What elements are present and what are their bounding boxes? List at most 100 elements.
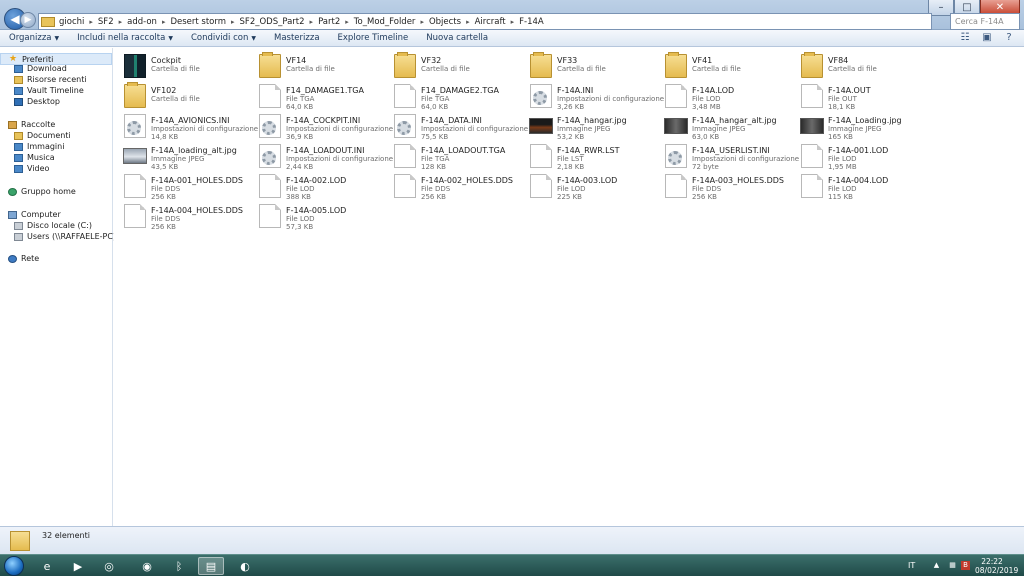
sidebar-item-video[interactable]: Video (14, 164, 49, 173)
file-item[interactable]: F-14A_loading_alt.jpg Immagine JPEG 43,5 K… (114, 142, 249, 171)
taskbar-chrome[interactable]: ◉ (134, 557, 160, 575)
file-name: F-14A-002.LOD (286, 176, 347, 185)
breadcrumb-item[interactable]: SF2 (98, 17, 114, 27)
sidebar-item-rete[interactable]: Rete (8, 254, 39, 263)
breadcrumb-item[interactable]: Desert storm (170, 17, 226, 27)
toolbar-nuova-cartella-button[interactable]: Nuova cartella (417, 33, 497, 43)
file-type: File LOD (828, 185, 857, 193)
tray-expand-icon[interactable]: ▲ (932, 561, 941, 570)
sidebar-item-disco-locale-c[interactable]: Disco locale (C:) (14, 221, 92, 230)
forward-button[interactable]: ▶ (20, 12, 36, 28)
taskbar-file-explorer[interactable]: ▤ (198, 557, 224, 575)
breadcrumb-item[interactable]: To_Mod_Folder (354, 17, 416, 27)
file-item[interactable]: F-14A-002.LOD File LOD 388 KB (249, 172, 384, 201)
file-item[interactable]: F-14A.OUT File OUT 18,1 KB (791, 82, 926, 111)
file-item[interactable]: Cockpit Cartella di file (114, 52, 249, 80)
start-button[interactable] (4, 556, 24, 576)
b-tray-icon[interactable]: B (961, 561, 970, 570)
file-item[interactable]: F-14A-005.LOD File LOD 57,3 KB (249, 202, 384, 231)
file-item[interactable]: F-14A_LOADOUT.TGA File TGA 128 KB (384, 142, 519, 171)
taskbar-firefox[interactable]: ◐ (232, 557, 258, 575)
bluetooth-icon: ᛒ (175, 559, 183, 573)
file-item[interactable]: F14_DAMAGE2.TGA File TGA 64,0 KB (384, 82, 519, 111)
breadcrumb-separator-icon[interactable]: ▸ (231, 18, 235, 26)
toolbar-condividi-con-button[interactable]: Condividi con ▼ (182, 33, 265, 43)
file-item[interactable]: F-14A-004_HOLES.DDS File DDS 256 KB (114, 202, 249, 231)
search-input[interactable]: Cerca F-14A (950, 13, 1020, 30)
toolbar-explore-timeline-button[interactable]: Explore Timeline (329, 33, 418, 43)
file-item[interactable]: F-14A-003.LOD File LOD 225 KB (520, 172, 655, 201)
breadcrumb-separator-icon[interactable]: ▸ (310, 18, 314, 26)
file-item[interactable]: VF32 Cartella di file (384, 52, 519, 80)
breadcrumb-separator-icon[interactable]: ▸ (119, 18, 123, 26)
sidebar-item-musica[interactable]: Musica (14, 153, 55, 162)
file-item[interactable]: F-14A_hangar_alt.jpg Immagine JPEG 63,0 KB (655, 112, 790, 141)
network-tray-icon[interactable]: ▦ (948, 561, 957, 570)
breadcrumb-separator-icon[interactable]: ▸ (466, 18, 470, 26)
file-item[interactable]: F-14A-003_HOLES.DDS File DDS 256 KB (655, 172, 790, 201)
breadcrumb-separator-icon[interactable]: ▸ (420, 18, 424, 26)
sidebar-item-download[interactable]: Download (14, 64, 67, 73)
file-size: 64,0 KB (421, 103, 449, 111)
file-item[interactable]: F-14A_DATA.INI Impostazioni di configuraz… (384, 112, 528, 141)
toolbar-organizza-button[interactable]: Organizza ▼ (0, 33, 68, 43)
file-item[interactable]: F-14A.INI Impostazioni di configurazione 3… (520, 82, 664, 111)
language-indicator[interactable]: IT (908, 561, 915, 570)
change-view-icon[interactable]: ☷ (958, 32, 972, 44)
file-name: VF41 (692, 56, 713, 65)
file-type: Immagine JPEG (151, 155, 205, 163)
file-item[interactable]: VF14 Cartella di file (249, 52, 384, 80)
file-item[interactable]: F-14A_Loading.jpg Immagine JPEG 165 KB (791, 112, 926, 141)
file-item[interactable]: F-14A_COCKPIT.INI Impostazioni di configu… (249, 112, 393, 141)
help-icon[interactable]: ? (1002, 32, 1016, 44)
sidebar-item-computer[interactable]: Computer (8, 210, 61, 219)
preview-pane-icon[interactable]: ▣ (980, 32, 994, 44)
taskbar-bluetooth[interactable]: ᛒ (166, 557, 192, 575)
file-size: 256 KB (151, 193, 176, 201)
file-item[interactable]: F-14A-004.LOD File LOD 115 KB (791, 172, 926, 201)
breadcrumb-item[interactable]: Objects (429, 17, 461, 27)
breadcrumb-separator-icon[interactable]: ▸ (511, 18, 515, 26)
file-item[interactable]: F-14A_RWR.LST File LST 2,18 KB (520, 142, 655, 171)
breadcrumb-item[interactable]: giochi (59, 17, 84, 27)
sidebar-item-risorse-recenti[interactable]: Risorse recenti (14, 75, 87, 84)
breadcrumb-item[interactable]: F-14A (519, 17, 544, 27)
toolbar-includi-nella-raccolta-button[interactable]: Includi nella raccolta ▼ (68, 33, 182, 43)
taskbar-internet-explorer[interactable]: e (34, 557, 60, 575)
file-item[interactable]: F-14A_LOADOUT.INI Impostazioni di configu… (249, 142, 393, 171)
toolbar-masterizza-button[interactable]: Masterizza (265, 33, 329, 43)
breadcrumb-separator-icon[interactable]: ▸ (89, 18, 93, 26)
file-item[interactable]: VF33 Cartella di file (520, 52, 655, 80)
file-name: F-14A_LOADOUT.INI (286, 146, 365, 155)
file-item[interactable]: F-14A_hangar.jpg Immagine JPEG 53,2 KB (520, 112, 655, 141)
sidebar-item-gruppo-home[interactable]: Gruppo home (8, 187, 76, 196)
file-item[interactable]: F-14A_AVIONICS.INI Impostazioni di config… (114, 112, 258, 141)
breadcrumb-separator-icon[interactable]: ▸ (162, 18, 166, 26)
breadcrumb-item[interactable]: Aircraft (475, 17, 506, 27)
file-name: F-14A_LOADOUT.TGA (421, 146, 506, 155)
file-item[interactable]: F-14A_USERLIST.INI Impostazioni di config… (655, 142, 799, 171)
breadcrumb-separator-icon[interactable]: ▸ (345, 18, 349, 26)
breadcrumb-item[interactable]: SF2_ODS_Part2 (240, 17, 305, 27)
sidebar-item-immagini[interactable]: Immagini (14, 142, 64, 151)
taskbar-steam[interactable]: ◎ (96, 557, 122, 575)
clock[interactable]: 22:22 08/02/2019 (975, 557, 1018, 575)
file-item[interactable]: F-14A-001.LOD File LOD 1,95 MB (791, 142, 926, 171)
sidebar-item-raccolte[interactable]: Raccolte (8, 120, 55, 129)
sidebar-item-documenti[interactable]: Documenti (14, 131, 71, 140)
breadcrumb-item[interactable]: add-on (127, 17, 157, 27)
file-item[interactable]: F-14A-001_HOLES.DDS File DDS 256 KB (114, 172, 249, 201)
file-item[interactable]: VF102 Cartella di file (114, 82, 249, 110)
file-item[interactable]: F-14A-002_HOLES.DDS File DDS 256 KB (384, 172, 519, 201)
file-item[interactable]: F14_DAMAGE1.TGA File TGA 64,0 KB (249, 82, 384, 111)
address-bar[interactable]: giochi ▸ SF2 ▸ add-on ▸ Desert storm ▸ SF2_ODS_P… (38, 13, 932, 30)
file-name: F-14A-003_HOLES.DDS (692, 176, 784, 185)
file-item[interactable]: VF41 Cartella di file (655, 52, 790, 80)
taskbar-media-player[interactable]: ▶ (65, 557, 91, 575)
sidebar-item-desktop[interactable]: Desktop (14, 97, 60, 106)
file-item[interactable]: VF84 Cartella di file (791, 52, 926, 80)
file-item[interactable]: F-14A.LOD File LOD 3,48 MB (655, 82, 790, 111)
sidebar-item-vault-timeline[interactable]: Vault Timeline (14, 86, 84, 95)
breadcrumb-item[interactable]: Part2 (318, 17, 340, 27)
chevron-down-icon: ▼ (251, 35, 256, 42)
